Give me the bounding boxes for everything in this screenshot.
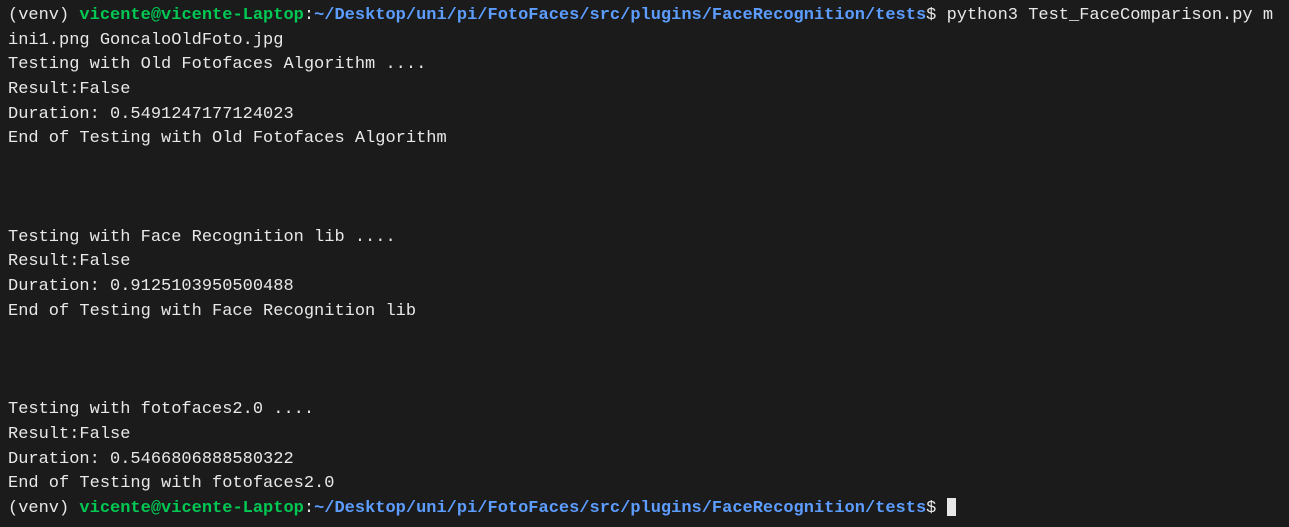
output-line: End of Testing with fotofaces2.0 (8, 472, 1281, 497)
blank-line (8, 374, 1281, 399)
user-host: vicente@vicente-Laptop (79, 499, 303, 518)
output-line: Testing with Face Recognition lib .... (8, 226, 1281, 251)
prompt-dollar: $ (926, 499, 946, 518)
prompt-dollar: $ (926, 6, 946, 25)
output-line: Testing with Old Fotofaces Algorithm ...… (8, 53, 1281, 78)
output-line: End of Testing with Old Fotofaces Algori… (8, 127, 1281, 152)
venv-indicator: (venv) (8, 499, 79, 518)
working-directory: ~/Desktop/uni/pi/FotoFaces/src/plugins/F… (314, 6, 926, 25)
prompt-line-2: (venv) vicente@vicente-Laptop:~/Desktop/… (8, 497, 1281, 522)
output-line: Result:False (8, 250, 1281, 275)
output-line: Duration: 0.5466806888580322 (8, 448, 1281, 473)
working-directory: ~/Desktop/uni/pi/FotoFaces/src/plugins/F… (314, 499, 926, 518)
blank-line (8, 349, 1281, 374)
blank-line (8, 176, 1281, 201)
output-line: Result:False (8, 78, 1281, 103)
cursor-icon[interactable] (947, 498, 956, 516)
output-line: Result:False (8, 423, 1281, 448)
prompt-line-1: (venv) vicente@vicente-Laptop:~/Desktop/… (8, 4, 1281, 53)
user-host: vicente@vicente-Laptop (79, 6, 303, 25)
output-line: Testing with fotofaces2.0 .... (8, 398, 1281, 423)
blank-line (8, 152, 1281, 177)
prompt-colon: : (304, 6, 314, 25)
venv-indicator: (venv) (8, 6, 79, 25)
output-line: End of Testing with Face Recognition lib (8, 300, 1281, 325)
blank-line (8, 201, 1281, 226)
blank-line (8, 324, 1281, 349)
terminal-output[interactable]: (venv) vicente@vicente-Laptop:~/Desktop/… (8, 4, 1281, 521)
prompt-colon: : (304, 499, 314, 518)
output-line: Duration: 0.5491247177124023 (8, 103, 1281, 128)
output-line: Duration: 0.9125103950500488 (8, 275, 1281, 300)
